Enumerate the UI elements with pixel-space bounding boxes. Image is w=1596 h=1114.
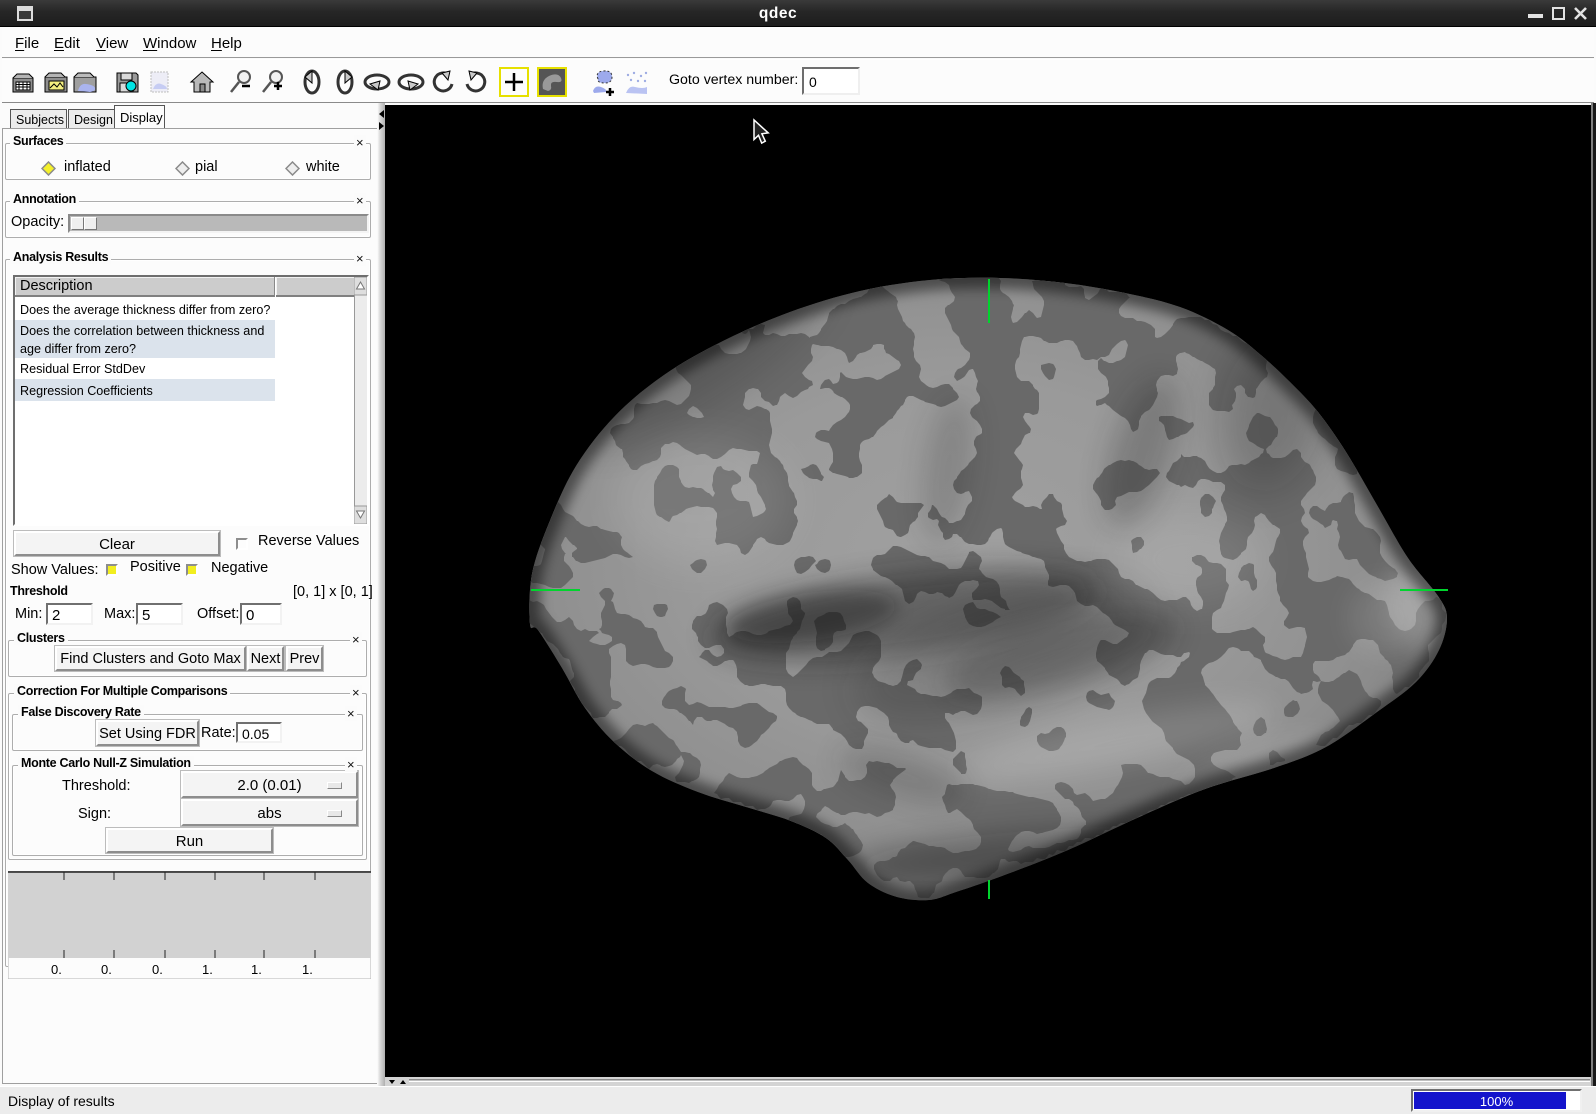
svg-text:1.: 1. <box>251 962 262 977</box>
svg-text:0.: 0. <box>152 962 163 977</box>
svg-text:1.: 1. <box>202 962 213 977</box>
svg-text:1.: 1. <box>302 962 313 977</box>
svg-text:0.: 0. <box>101 962 112 977</box>
svg-text:0.: 0. <box>51 962 62 977</box>
